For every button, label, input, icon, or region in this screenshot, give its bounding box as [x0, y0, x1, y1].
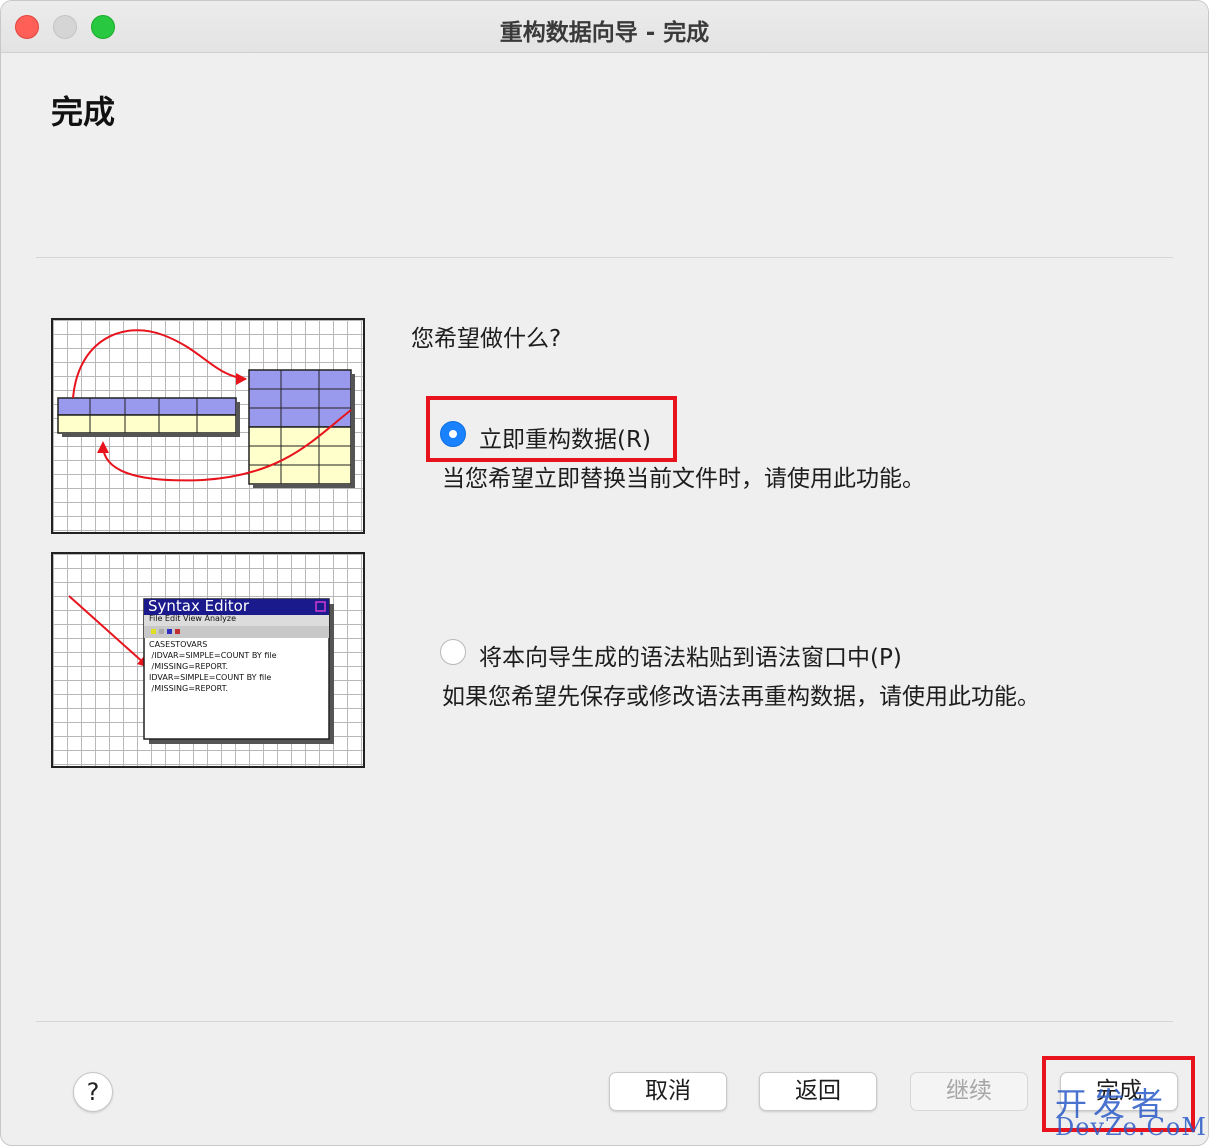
paste-syntax-description: 如果您希望先保存或修改语法再重构数据，请使用此功能。 [442, 684, 1040, 710]
next-button: 继续 [910, 1072, 1028, 1111]
syntax-editor-line-4: IDVAR=SIMPLE=COUNT BY file [149, 673, 272, 682]
restructure-now-description: 当您希望立即替换当前文件时，请使用此功能。 [442, 466, 925, 492]
syntax-editor-line-2: /IDVAR=SIMPLE=COUNT BY file [149, 651, 277, 660]
syntax-editor-line-1: CASESTOVARS [149, 640, 208, 649]
cancel-button[interactable]: 取消 [609, 1072, 727, 1111]
page-heading: 完成 [51, 93, 116, 131]
wizard-window: 重构数据向导 - 完成 完成 Syntax Editor File Edit V… [0, 0, 1209, 1146]
paste-syntax-label[interactable]: 将本向导生成的语法粘贴到语法窗口中(P) [479, 638, 902, 672]
window-title: 重构数据向导 - 完成 [499, 20, 710, 46]
watermark: 开发者 DevZe.CoM [1049, 1079, 1208, 1145]
syntax-editor-line-5: /MISSING=REPORT. [149, 684, 229, 693]
back-button[interactable]: 返回 [759, 1072, 877, 1111]
target-table-graphic [248, 369, 355, 488]
syntax-illustration: Syntax Editor File Edit View Analyze CAS… [51, 552, 365, 768]
restructure-illustration [51, 318, 365, 534]
syntax-editor-title: Syntax Editor [148, 597, 250, 615]
paste-syntax-radio[interactable] [440, 639, 466, 665]
question-label: 您希望做什么? [411, 326, 562, 352]
syntax-editor-line-3: /MISSING=REPORT. [149, 662, 229, 671]
syntax-editor-menu: File Edit View Analyze [149, 614, 237, 623]
restructure-diagram [57, 329, 355, 488]
syntax-diagram [68, 595, 334, 744]
help-button[interactable]: ? [73, 1072, 113, 1112]
bottom-divider [36, 1021, 1173, 1022]
watermark-bottom: DevZe.CoM [1055, 1113, 1207, 1141]
source-table-graphic [57, 397, 240, 437]
top-divider [36, 257, 1173, 258]
highlight-box-option [426, 396, 677, 462]
title-bar: 重构数据向导 - 完成 [1, 1, 1208, 53]
